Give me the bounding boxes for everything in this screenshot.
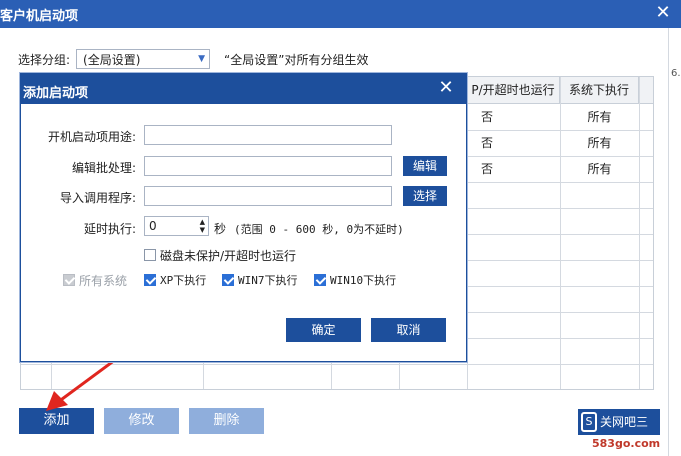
dialog-close-icon[interactable]: ✕: [436, 77, 456, 99]
table-row-3-system[interactable]: 所有: [560, 156, 639, 182]
group-selected-value: (全局设置): [83, 52, 141, 67]
table-row-3-disk[interactable]: 否: [467, 156, 507, 182]
table-header-disk[interactable]: P/开超时也运行: [467, 77, 560, 104]
disk-unprotected-checkbox[interactable]: 磁盘未保护/开超时也运行: [144, 247, 296, 263]
watermark-logo-icon: S: [581, 412, 597, 432]
import-label: 导入调用程序:: [59, 191, 136, 205]
checkbox-checked-icon: [63, 274, 75, 286]
table-row-1-disk[interactable]: 否: [467, 104, 507, 130]
window-titlebar: 客户机启动项 ✕: [0, 0, 681, 28]
purpose-label: 开机启动项用途:: [47, 130, 136, 144]
window-close-icon[interactable]: ✕: [653, 3, 673, 23]
delay-note: (范围 0 - 600 秒, 0为不延时): [234, 223, 404, 236]
table-header-extra: [639, 77, 653, 104]
import-input[interactable]: [144, 186, 392, 206]
watermark-text: 关网吧三: [600, 415, 649, 429]
stepper-down-icon[interactable]: ▼: [200, 226, 205, 234]
win7-checkbox[interactable]: WIN7下执行: [222, 272, 298, 288]
watermark-box: S 关网吧三: [578, 409, 660, 435]
right-divider: [668, 28, 669, 456]
stepper-up-icon[interactable]: ▲: [200, 218, 205, 226]
add-startup-dialog: 添加启动项 ✕ 开机启动项用途: 编辑批处理: 编辑 导入调用程序: 选择 延时…: [20, 73, 467, 362]
dialog-title: 添加启动项: [23, 86, 89, 101]
delay-value: 0: [149, 219, 157, 233]
xp-label: XP下执行: [160, 274, 207, 287]
table-header-system[interactable]: 系统下执行: [560, 77, 639, 104]
delay-stepper[interactable]: 0 ▲ ▼: [144, 216, 209, 236]
win10-checkbox[interactable]: WIN10下执行: [314, 272, 396, 288]
checkbox-checked-icon[interactable]: [144, 274, 156, 286]
window-title: 客户机启动项: [0, 9, 79, 24]
win7-label: WIN7下执行: [238, 274, 298, 287]
table-row-2-system[interactable]: 所有: [560, 130, 639, 156]
checkbox-checked-icon[interactable]: [314, 274, 326, 286]
group-select[interactable]: (全局设置) ▼: [76, 49, 211, 69]
dialog-titlebar: 添加启动项 ✕: [21, 74, 466, 104]
table-row-1-system[interactable]: 所有: [560, 104, 639, 130]
purpose-input[interactable]: [144, 125, 392, 145]
delay-unit: 秒: [214, 222, 227, 236]
checkbox-checked-icon[interactable]: [222, 274, 234, 286]
all-systems-label: 所有系统: [79, 273, 128, 288]
group-label: 选择分组:: [18, 52, 71, 67]
chevron-down-icon[interactable]: ▼: [198, 50, 205, 68]
batch-input[interactable]: [144, 156, 392, 176]
edit-batch-button[interactable]: 编辑: [403, 156, 447, 176]
xp-checkbox[interactable]: XP下执行: [144, 272, 206, 288]
ok-button[interactable]: 确定: [286, 318, 361, 342]
delay-label: 延时执行:: [83, 222, 136, 236]
table-row-2-disk[interactable]: 否: [467, 130, 507, 156]
win10-label: WIN10下执行: [330, 274, 397, 287]
group-selector-row: 选择分组: (全局设置) ▼ “全局设置”对所有分组生效: [18, 48, 368, 70]
group-note: “全局设置”对所有分组生效: [224, 52, 369, 67]
select-program-button[interactable]: 选择: [403, 186, 447, 206]
disk-unprotected-label: 磁盘未保护/开超时也运行: [160, 248, 297, 263]
batch-label: 编辑批处理:: [71, 161, 136, 175]
delete-button[interactable]: 删除: [189, 408, 264, 434]
watermark: S 关网吧三 583go.com: [578, 409, 664, 453]
cancel-button[interactable]: 取消: [371, 318, 446, 342]
watermark-domain: 583go.com: [592, 437, 661, 450]
all-systems-checkbox: 所有系统: [63, 272, 127, 288]
checkbox-icon[interactable]: [144, 249, 156, 261]
right-edge-text: 6.: [671, 68, 681, 79]
